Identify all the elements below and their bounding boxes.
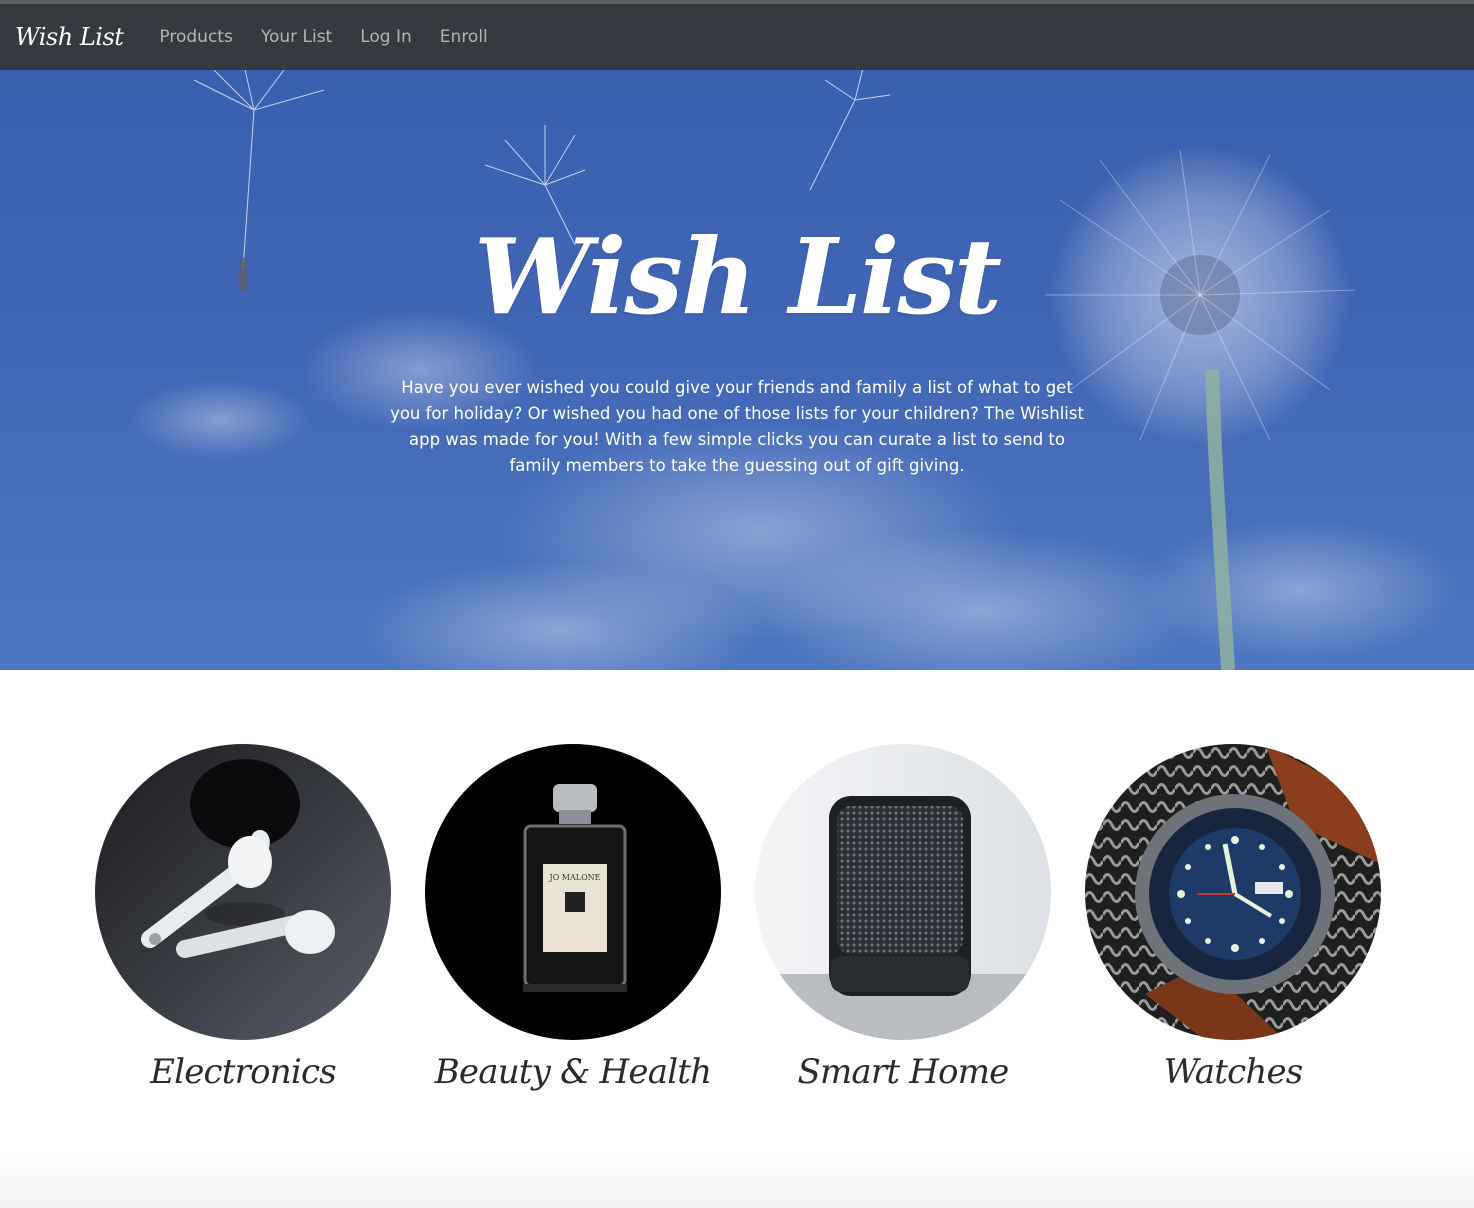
brand-logo-link[interactable]: Wish List <box>15 23 124 51</box>
category-label-smart-home: Smart Home <box>797 1052 1009 1092</box>
nav-link-enroll[interactable]: Enroll <box>426 27 502 47</box>
svg-text:JO MALONE: JO MALONE <box>549 873 601 882</box>
category-label-electronics: Electronics <box>150 1052 337 1092</box>
category-watches[interactable]: Watches <box>1085 744 1381 1092</box>
wristwatch-image[interactable] <box>1085 744 1381 1040</box>
category-label-watches: Watches <box>1163 1052 1304 1092</box>
page-bottom-fade <box>0 1150 1474 1208</box>
speaker-image[interactable] <box>755 744 1051 1040</box>
hero-description: Have you ever wished you could give your… <box>390 378 1084 475</box>
category-smart-home[interactable]: Smart Home <box>755 744 1051 1092</box>
category-electronics[interactable]: Electronics <box>95 744 391 1092</box>
nav-link-products[interactable]: Products <box>145 27 246 47</box>
top-navbar: Wish List Products Your List Log In Enro… <box>0 4 1474 70</box>
nav-link-log-in[interactable]: Log In <box>346 27 426 47</box>
earbuds-image[interactable] <box>95 744 391 1040</box>
nav-link-your-list[interactable]: Your List <box>247 27 346 47</box>
dandelion-sky-background <box>130 70 1460 670</box>
category-beauty-health[interactable]: JO MALONE Beauty & Health <box>425 744 721 1092</box>
category-label-beauty-health: Beauty & Health <box>434 1052 712 1092</box>
hero-banner: Wish List Have you ever wished you could… <box>0 70 1474 670</box>
category-list: Electronics JO MALONE Beauty & Health Sm… <box>0 744 1474 1104</box>
hero-title: Wish List <box>473 215 1002 338</box>
perfume-bottle-image[interactable]: JO MALONE <box>425 744 721 1040</box>
